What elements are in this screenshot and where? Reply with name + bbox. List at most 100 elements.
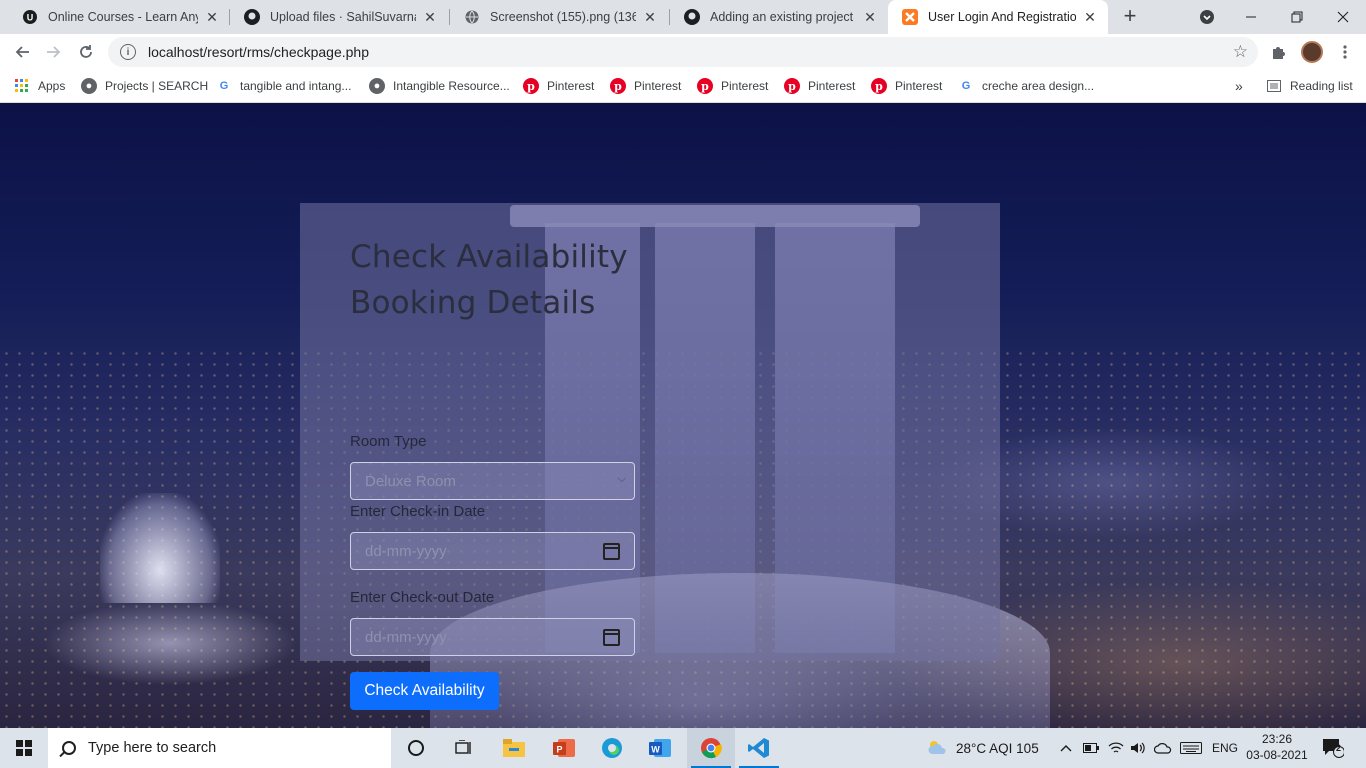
back-arrow-icon[interactable] (8, 38, 36, 66)
tab-udemy[interactable]: U Online Courses - Learn Anyth ✕ (8, 0, 230, 34)
tab-user-login[interactable]: User Login And Registration ✕ (888, 0, 1108, 34)
bookmark-pinterest-2[interactable]: p Pinterest (610, 76, 681, 96)
powerpoint-icon[interactable]: P (540, 728, 588, 768)
pinterest-icon: p (871, 78, 887, 94)
check-availability-button[interactable]: Check Availability (350, 672, 499, 710)
bookmark-pinterest-1[interactable]: p Pinterest (523, 76, 594, 96)
edge-icon[interactable] (588, 728, 636, 768)
bookmark-star-icon[interactable]: ☆ (1233, 42, 1248, 62)
menu-kebab-icon[interactable] (1334, 41, 1356, 63)
checkin-label: Enter Check-in Date (350, 503, 486, 520)
task-view-icon[interactable] (440, 728, 488, 768)
forward-arrow-icon[interactable] (40, 38, 68, 66)
word-icon[interactable]: W (636, 728, 684, 768)
chrome-icon[interactable] (687, 728, 735, 768)
windows-taskbar: Type here to search P W 28°C AQI 105 ENG… (0, 728, 1366, 768)
room-type-select[interactable]: Deluxe Room ⌵ (350, 462, 635, 500)
language-indicator[interactable]: ENG (1212, 728, 1238, 768)
search-icon (62, 741, 76, 755)
clock-time: 23:26 (1261, 732, 1293, 746)
reload-icon[interactable] (72, 38, 100, 66)
site-info-icon[interactable]: i (120, 44, 136, 60)
tab-search-icon[interactable] (1184, 0, 1230, 34)
clock-date: 03-08-2021 (1246, 748, 1308, 762)
calendar-icon[interactable] (603, 629, 620, 646)
profile-avatar[interactable] (1301, 41, 1323, 63)
pinterest-icon: p (610, 78, 626, 94)
battery-icon[interactable] (1083, 728, 1099, 768)
calendar-icon[interactable] (603, 543, 620, 560)
search-placeholder: Type here to search (88, 740, 217, 756)
tab-title: Upload files · SahilSuvarna10 (270, 10, 416, 24)
volume-icon[interactable] (1130, 728, 1146, 768)
room-type-value: Deluxe Room (365, 472, 456, 490)
tab-title: Screenshot (155).png (1366× (490, 10, 636, 24)
checkin-date-input[interactable]: dd-mm-yyyy (350, 532, 635, 570)
bookmark-label: tangible and intang... (240, 79, 352, 93)
close-tab-icon[interactable]: ✕ (204, 9, 220, 26)
taskbar-search-box[interactable]: Type here to search (48, 728, 391, 768)
bookmark-intangible[interactable]: ● Intangible Resource... (369, 76, 510, 96)
google-icon: G (219, 80, 229, 92)
close-window-icon[interactable] (1320, 0, 1366, 34)
close-tab-icon[interactable]: ✕ (862, 9, 878, 26)
pinterest-icon: p (784, 78, 800, 94)
address-bar[interactable]: i localhost/resort/rms/checkpage.php ☆ (108, 37, 1258, 67)
windows-logo-icon (16, 740, 32, 756)
cortana-icon[interactable] (392, 728, 440, 768)
minimize-icon[interactable] (1228, 0, 1274, 34)
globe-icon: ● (369, 78, 385, 94)
notification-count: 2 (1336, 743, 1342, 753)
room-type-label: Room Type (350, 433, 427, 450)
weather-widget[interactable]: 28°C AQI 105 (926, 728, 1039, 768)
bookmark-tangible[interactable]: G tangible and intang... (216, 76, 352, 96)
clock[interactable]: 23:26 03-08-2021 (1244, 731, 1310, 763)
notification-center-icon[interactable]: 2 (1322, 728, 1344, 768)
bookmarks-overflow-button[interactable]: » (1235, 76, 1243, 96)
weather-icon (926, 738, 948, 759)
google-icon: G (961, 80, 971, 92)
close-tab-icon[interactable]: ✕ (1082, 9, 1098, 26)
keyboard-icon[interactable] (1180, 728, 1202, 768)
tab-screenshot[interactable]: Screenshot (155).png (1366× ✕ (450, 0, 668, 34)
tab-title: User Login And Registration (928, 10, 1076, 24)
bookmark-label: Projects | SEARCH (105, 79, 209, 93)
bookmark-projects-search[interactable]: ● Projects | SEARCH (81, 76, 208, 96)
github-icon (244, 9, 260, 25)
bookmark-pinterest-4[interactable]: p Pinterest (784, 76, 855, 96)
reading-list-button[interactable]: Reading list (1266, 76, 1353, 96)
url-text: localhost/resort/rms/checkpage.php (148, 44, 369, 60)
globe-icon (464, 9, 480, 25)
browser-toolbar: i localhost/resort/rms/checkpage.php ☆ (0, 34, 1366, 70)
page-subtitle: Booking Details (350, 285, 596, 321)
vscode-icon[interactable] (735, 728, 783, 768)
github-icon (684, 9, 700, 25)
restore-icon[interactable] (1274, 0, 1320, 34)
start-button[interactable] (0, 728, 48, 768)
svg-text:W: W (651, 745, 660, 755)
onedrive-cloud-icon[interactable] (1154, 728, 1172, 768)
checkin-placeholder: dd-mm-yyyy (365, 542, 447, 560)
close-tab-icon[interactable]: ✕ (422, 9, 438, 26)
tab-github-existing[interactable]: Adding an existing project to ✕ (670, 0, 888, 34)
file-explorer-icon[interactable] (490, 728, 538, 768)
extensions-puzzle-icon[interactable] (1268, 41, 1290, 63)
reading-list-icon (1266, 78, 1282, 94)
bookmark-apps[interactable]: Apps (14, 76, 65, 96)
tab-strip: U Online Courses - Learn Anyth ✕ Upload … (0, 0, 1366, 34)
show-hidden-icons-button[interactable] (1060, 728, 1072, 768)
bookmark-label: Pinterest (808, 79, 856, 93)
bookmarks-bar: Apps ● Projects | SEARCH G tangible and … (0, 70, 1366, 103)
checkout-date-input[interactable]: dd-mm-yyyy (350, 618, 635, 656)
close-tab-icon[interactable]: ✕ (642, 9, 658, 26)
bookmark-label: Pinterest (895, 79, 943, 93)
tab-github-upload[interactable]: Upload files · SahilSuvarna10 ✕ (230, 0, 448, 34)
bookmark-pinterest-5[interactable]: p Pinterest (871, 76, 942, 96)
bookmark-creche[interactable]: G creche area design... (958, 76, 1094, 96)
page-title: Check Availability (350, 239, 628, 275)
wifi-icon[interactable] (1108, 728, 1124, 768)
new-tab-button[interactable]: + (1118, 4, 1142, 30)
bookmark-pinterest-3[interactable]: p Pinterest (697, 76, 768, 96)
page-background: Check Availability Booking Details Room … (0, 103, 1366, 728)
bookmark-label: creche area design... (982, 79, 1095, 93)
